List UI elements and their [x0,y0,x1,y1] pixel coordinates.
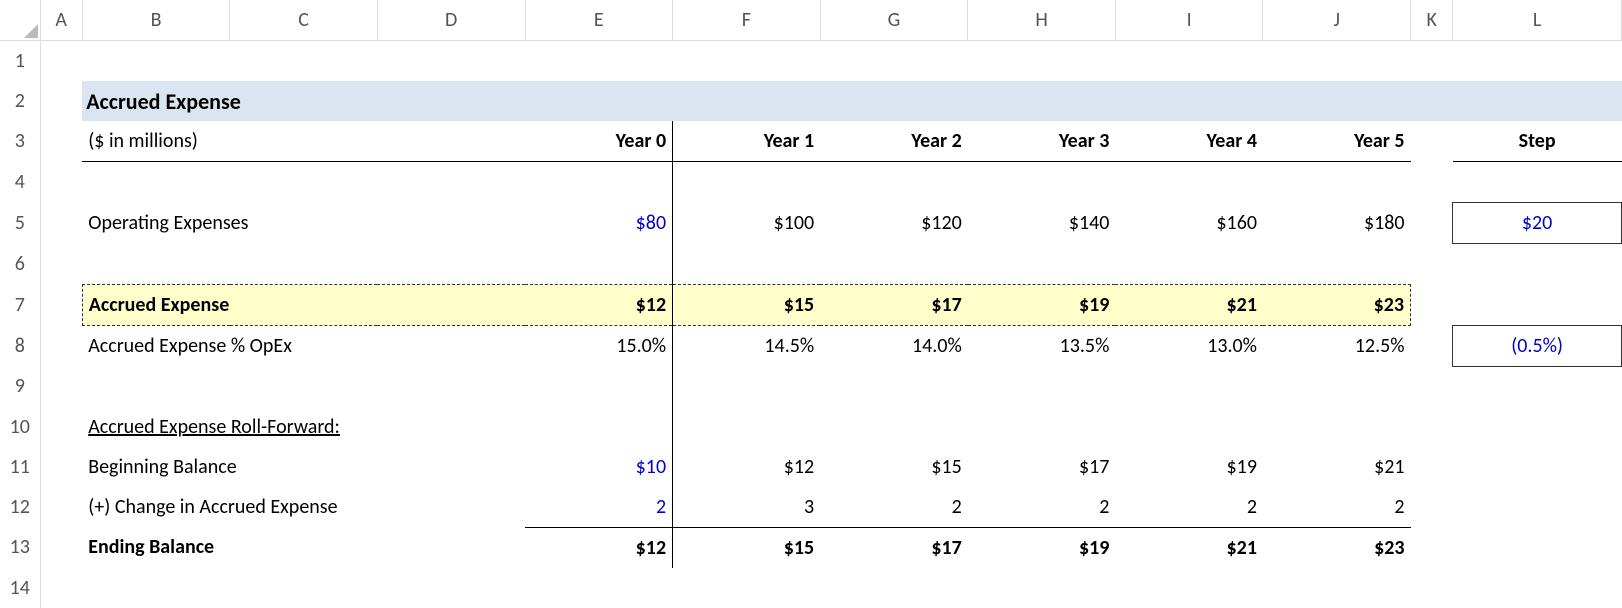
row-header-7[interactable]: 7 [0,284,40,325]
opex-y1[interactable]: $100 [673,203,821,244]
beg-y4[interactable]: $19 [1115,447,1263,487]
rollfwd-label[interactable]: Accrued Expense Roll-Forward: [82,407,525,447]
opex-y4[interactable]: $160 [1115,203,1263,244]
units-label[interactable]: ($ in millions) [82,121,525,162]
row-header-12[interactable]: 12 [0,487,40,528]
opex-y5[interactable]: $180 [1263,203,1411,244]
col-header-I[interactable]: I [1115,0,1263,41]
row-header-1[interactable]: 1 [0,41,40,82]
chg-y4[interactable]: 2 [1115,487,1263,528]
year0-header[interactable]: Year 0 [525,121,673,162]
col-header-B[interactable]: B [82,0,230,41]
opex-y3[interactable]: $140 [968,203,1116,244]
accrued-label[interactable]: Accrued Expense [82,284,525,325]
row-header-11[interactable]: 11 [0,447,40,487]
pct-y4[interactable]: 13.0% [1115,325,1263,366]
col-header-C[interactable]: C [230,0,378,41]
chg-label[interactable]: (+) Change in Accrued Expense [82,487,525,528]
beg-y3[interactable]: $17 [968,447,1116,487]
col-header-D[interactable]: D [377,0,525,41]
row-header-9[interactable]: 9 [0,366,40,407]
pct-y5[interactable]: 12.5% [1263,325,1411,366]
step-pct[interactable]: (0.5%) [1453,325,1622,366]
end-label[interactable]: Ending Balance [82,527,525,568]
accrued-y5[interactable]: $23 [1263,284,1411,325]
section-header[interactable]: Accrued Expense [82,81,1621,121]
accrued-y3[interactable]: $19 [968,284,1116,325]
year3-header[interactable]: Year 3 [968,121,1116,162]
row-header-2[interactable]: 2 [0,81,40,121]
end-y1[interactable]: $15 [673,527,821,568]
beg-y1[interactable]: $12 [673,447,821,487]
chg-y1[interactable]: 3 [673,487,821,528]
select-all-corner[interactable] [0,0,40,41]
row-header-10[interactable]: 10 [0,407,40,447]
pct-y3[interactable]: 13.5% [968,325,1116,366]
opex-y0[interactable]: $80 [525,203,673,244]
year4-header[interactable]: Year 4 [1115,121,1263,162]
row-header-6[interactable]: 6 [0,244,40,285]
chg-y0[interactable]: 2 [525,487,673,528]
end-y2[interactable]: $17 [820,527,968,568]
step-header[interactable]: Step [1453,121,1622,162]
spreadsheet[interactable]: A B C D E F G H I J K L 1 2 Accrued Expe… [0,0,1622,608]
beg-y0[interactable]: $10 [525,447,673,487]
select-all-triangle-icon [24,24,38,38]
end-y0[interactable]: $12 [525,527,673,568]
accrued-y2[interactable]: $17 [820,284,968,325]
beg-label[interactable]: Beginning Balance [82,447,525,487]
row-header-5[interactable]: 5 [0,203,40,244]
end-y3[interactable]: $19 [968,527,1116,568]
beg-y2[interactable]: $15 [820,447,968,487]
col-header-K[interactable]: K [1411,0,1453,41]
year5-header[interactable]: Year 5 [1263,121,1411,162]
opex-y2[interactable]: $120 [820,203,968,244]
chg-y5[interactable]: 2 [1263,487,1411,528]
rollfwd-text: Accrued Expense Roll-Forward: [88,415,340,439]
col-header-J[interactable]: J [1263,0,1411,41]
col-header-L[interactable]: L [1453,0,1622,41]
pct-label[interactable]: Accrued Expense % OpEx [82,325,525,366]
col-header-A[interactable]: A [40,0,82,41]
col-header-G[interactable]: G [820,0,968,41]
row-header-8[interactable]: 8 [0,325,40,366]
beg-y5[interactable]: $21 [1263,447,1411,487]
step-opex[interactable]: $20 [1453,203,1622,244]
row-header-13[interactable]: 13 [0,527,40,568]
row-header-4[interactable]: 4 [0,162,40,203]
end-y5[interactable]: $23 [1263,527,1411,568]
year2-header[interactable]: Year 2 [820,121,968,162]
col-header-F[interactable]: F [673,0,821,41]
pct-y1[interactable]: 14.5% [673,325,821,366]
chg-y3[interactable]: 2 [968,487,1116,528]
chg-y2[interactable]: 2 [820,487,968,528]
col-header-H[interactable]: H [968,0,1116,41]
row-header-3[interactable]: 3 [0,121,40,162]
end-y4[interactable]: $21 [1115,527,1263,568]
row-header-14[interactable]: 14 [0,568,40,608]
accrued-y4[interactable]: $21 [1115,284,1263,325]
accrued-y1[interactable]: $15 [673,284,821,325]
opex-label[interactable]: Operating Expenses [82,203,525,244]
pct-y2[interactable]: 14.0% [820,325,968,366]
year1-header[interactable]: Year 1 [673,121,821,162]
col-header-E[interactable]: E [525,0,673,41]
accrued-y0[interactable]: $12 [525,284,673,325]
pct-y0[interactable]: 15.0% [525,325,673,366]
